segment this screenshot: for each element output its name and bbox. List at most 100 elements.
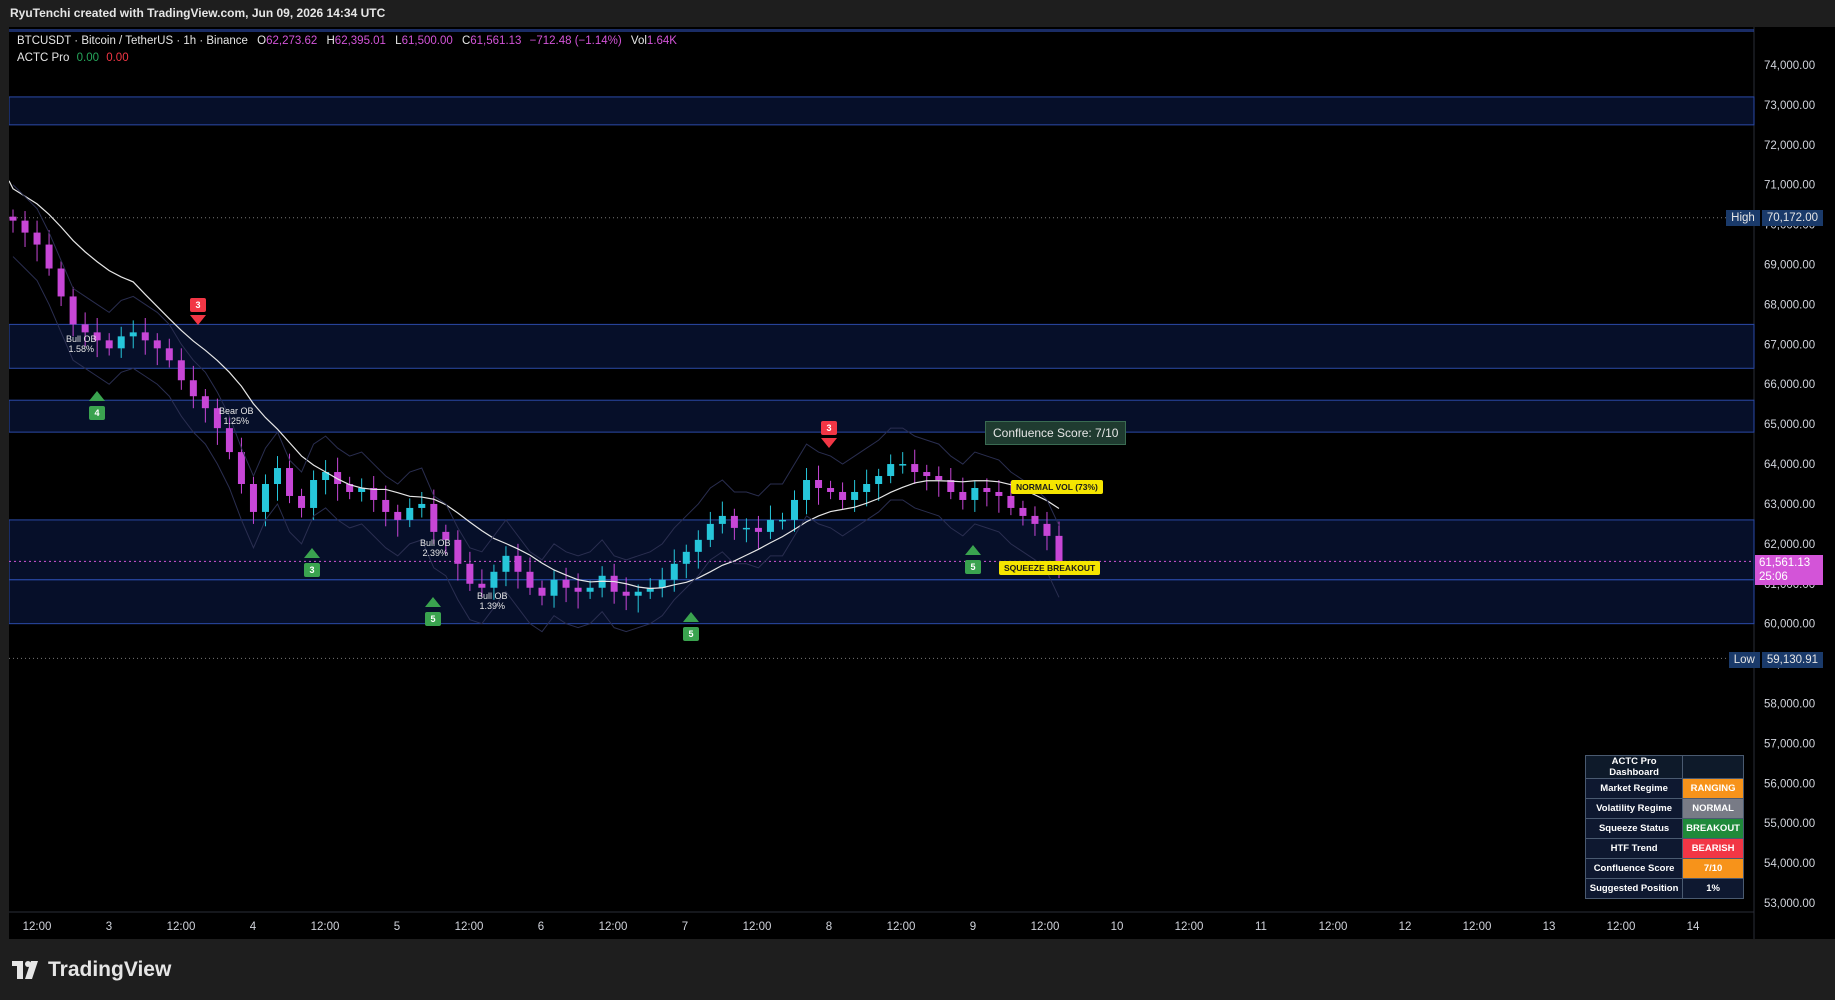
price-zone xyxy=(9,579,1755,625)
tradingview-logo[interactable]: TradingView xyxy=(12,958,171,982)
top-zone-edge xyxy=(9,29,1754,32)
buy-signal-arrow: 5 xyxy=(683,609,699,641)
candle-body xyxy=(490,571,498,588)
time-tick-label: 12:00 xyxy=(23,921,52,933)
symbol-name[interactable]: BTCUSDT · Bitcoin / TetherUS · 1h · Bina… xyxy=(17,35,248,47)
squeeze-status-value: BREAKOUT xyxy=(1682,818,1744,839)
candle-body xyxy=(863,484,871,492)
price-tick-label: 58,000.00 xyxy=(1764,698,1815,710)
candle-body xyxy=(298,495,306,508)
time-tick-label: 14 xyxy=(1687,921,1700,933)
price-tick-label: 55,000.00 xyxy=(1764,818,1815,830)
candle-body xyxy=(406,507,414,520)
candle-body xyxy=(478,583,486,588)
sell-signal-arrow: 3 xyxy=(821,421,837,453)
candle-body xyxy=(526,571,534,588)
open-value: 62,273.62 xyxy=(266,35,318,47)
candle-body xyxy=(141,332,149,341)
ohlc-legend: BTCUSDT · Bitcoin / TetherUS · 1h · Bina… xyxy=(17,35,677,47)
candle-body xyxy=(57,268,65,297)
high-price-tag: High 70,172.00 xyxy=(1726,210,1823,226)
dashboard-label: HTF Trend xyxy=(1584,838,1684,859)
candle-body xyxy=(394,511,402,520)
candle-body xyxy=(622,591,630,596)
candle-body xyxy=(803,480,811,500)
price-chart[interactable]: 74,000.0073,000.0072,000.0071,000.0070,0… xyxy=(9,27,1835,939)
buy-signal-arrow: 5 xyxy=(425,594,441,626)
candle-body xyxy=(538,587,546,596)
candle-body xyxy=(766,519,774,532)
candle-body xyxy=(550,579,558,596)
chart-area[interactable]: 74,000.0073,000.0072,000.0071,000.0070,0… xyxy=(9,27,1835,939)
candle-body xyxy=(310,480,318,508)
order-block-label: Bull OB 1.58% xyxy=(66,334,97,354)
candle-body xyxy=(81,324,89,333)
time-tick-label: 5 xyxy=(394,921,400,933)
arrow-down-icon xyxy=(821,438,837,448)
dashboard-label: Confluence Score xyxy=(1584,858,1684,879)
candle-body xyxy=(778,519,786,522)
candle-body xyxy=(995,491,1003,496)
candle-body xyxy=(1007,495,1015,508)
candle-body xyxy=(1019,507,1027,516)
price-tick-label: 72,000.00 xyxy=(1764,140,1815,152)
price-tick-label: 53,000.00 xyxy=(1764,898,1815,910)
suggested-position-value: 1% xyxy=(1682,878,1744,899)
time-tick-label: 13 xyxy=(1543,921,1556,933)
candle-body xyxy=(730,515,738,528)
dashboard-label: Suggested Position xyxy=(1584,878,1684,899)
order-block-label: Bull OB 1.39% xyxy=(477,591,508,611)
time-tick-label: 12 xyxy=(1399,921,1412,933)
candle-body xyxy=(105,340,113,349)
current-price-tag: 61,561.13 25:06 xyxy=(1755,555,1823,585)
low-price-tag: Low 59,130.91 xyxy=(1728,652,1823,668)
candle-body xyxy=(887,464,895,477)
candle-body xyxy=(851,491,859,500)
price-tick-label: 67,000.00 xyxy=(1764,339,1815,351)
candle-body xyxy=(153,340,161,349)
candle-body xyxy=(670,563,678,580)
candle-body xyxy=(983,487,991,492)
price-axis xyxy=(1754,27,1835,939)
candle-body xyxy=(1055,535,1063,562)
volume-value: 1.64K xyxy=(646,35,677,47)
candle-body xyxy=(261,484,269,512)
price-tick-label: 69,000.00 xyxy=(1764,260,1815,272)
arrow-up-icon xyxy=(89,391,105,401)
candle-body xyxy=(514,555,522,572)
candle-body xyxy=(923,472,931,477)
high-value: 62,395.01 xyxy=(334,35,386,47)
candle-body xyxy=(117,336,125,349)
low-value: 61,500.00 xyxy=(401,35,453,47)
price-tick-label: 73,000.00 xyxy=(1764,100,1815,112)
time-tick-label: 12:00 xyxy=(1175,921,1204,933)
candle-body xyxy=(286,468,294,496)
candle-body xyxy=(562,579,570,588)
time-tick-label: 11 xyxy=(1255,921,1267,933)
bar-countdown: 25:06 xyxy=(1759,571,1788,583)
candle-body xyxy=(129,332,137,337)
indicator-legend[interactable]: ACTC Pro 0.00 0.00 xyxy=(17,50,677,67)
price-zone xyxy=(9,519,1755,581)
candle-body xyxy=(430,503,438,532)
candle-body xyxy=(1043,523,1051,536)
candle-body xyxy=(201,396,209,409)
candle-body xyxy=(189,380,197,397)
time-tick-label: 9 xyxy=(970,921,976,933)
candle-body xyxy=(959,491,967,500)
candle-body xyxy=(586,587,594,592)
price-tick-label: 56,000.00 xyxy=(1764,778,1815,790)
htf-trend-value: BEARISH xyxy=(1682,838,1744,859)
dashboard-label: Market Regime xyxy=(1584,778,1684,799)
time-tick-label: 12:00 xyxy=(887,921,916,933)
actc-pro-dashboard: ACTC Pro Dashboard Market Regime RANGING … xyxy=(1584,755,1744,899)
change-value: −712.48 (−1.14%) xyxy=(529,35,622,47)
price-tick-label: 71,000.00 xyxy=(1764,180,1815,192)
price-zone xyxy=(9,323,1755,369)
time-tick-label: 6 xyxy=(538,921,544,933)
time-tick-label: 12:00 xyxy=(167,921,196,933)
arrow-up-icon xyxy=(425,597,441,607)
dashboard-title: ACTC Pro Dashboard xyxy=(1584,755,1684,779)
arrow-up-icon xyxy=(683,612,699,622)
sell-signal-arrow: 3 xyxy=(190,298,206,330)
